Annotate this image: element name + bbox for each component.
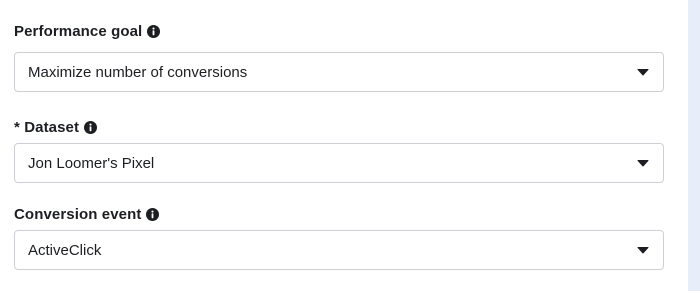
conversion-event-value: ActiveClick xyxy=(28,241,102,259)
info-icon[interactable] xyxy=(146,207,160,221)
conversion-event-select[interactable]: ActiveClick xyxy=(14,230,664,270)
performance-goal-label-text: Performance goal xyxy=(14,22,143,40)
side-background-strip xyxy=(688,0,700,291)
performance-goal-label: Performance goal xyxy=(14,21,161,41)
info-icon[interactable] xyxy=(147,24,161,38)
dataset-value: Jon Loomer's Pixel xyxy=(28,154,155,172)
info-icon[interactable] xyxy=(84,120,98,134)
performance-goal-select[interactable]: Maximize number of conversions xyxy=(14,52,664,92)
performance-goal-value: Maximize number of conversions xyxy=(28,63,248,81)
dataset-label-text: * Dataset xyxy=(14,118,80,136)
caret-down-icon xyxy=(637,246,649,254)
ad-set-settings-panel: Performance goal Maximize number of conv… xyxy=(0,0,688,291)
dataset-label: * Dataset xyxy=(14,117,98,137)
conversion-event-label: Conversion event xyxy=(14,204,160,224)
conversion-event-label-text: Conversion event xyxy=(14,205,142,223)
dataset-select[interactable]: Jon Loomer's Pixel xyxy=(14,143,664,183)
caret-down-icon xyxy=(637,159,649,167)
caret-down-icon xyxy=(637,68,649,76)
